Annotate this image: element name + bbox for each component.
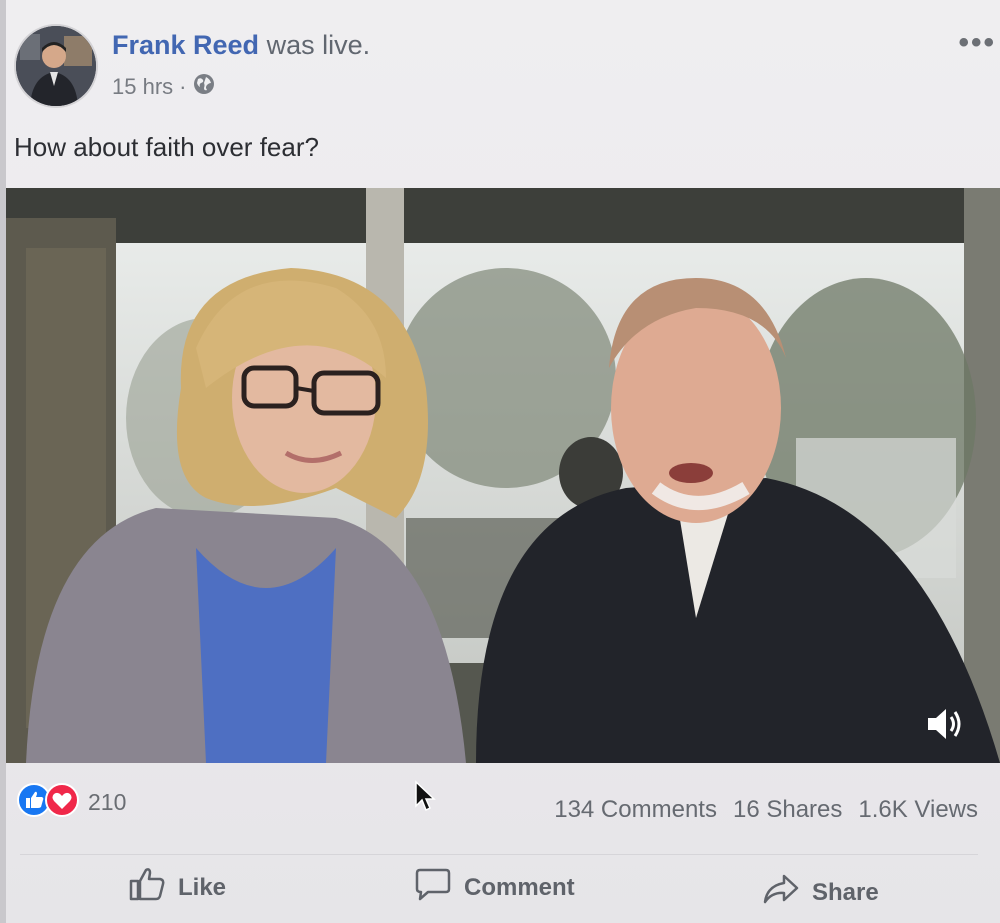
live-video-player[interactable] xyxy=(6,188,1000,763)
sound-on-icon[interactable] xyxy=(924,703,966,745)
avatar[interactable] xyxy=(14,24,98,108)
like-button[interactable]: Like xyxy=(128,866,226,909)
author-line: Frank Reed was live. xyxy=(112,30,370,61)
views-count: 1.6K Views xyxy=(858,796,978,823)
live-status-text: was live. xyxy=(266,30,371,60)
live-video-post: Frank Reed was live. 15 hrs · ••• How ab… xyxy=(0,0,1000,923)
comment-label: Comment xyxy=(464,873,575,901)
comment-bubble-icon xyxy=(414,866,452,909)
video-frame xyxy=(6,188,1000,763)
post-meta: 15 hrs · xyxy=(112,72,216,102)
like-label: Like xyxy=(178,873,227,901)
author-name-link[interactable]: Frank Reed xyxy=(112,30,259,60)
comment-button[interactable]: Comment xyxy=(414,866,575,909)
avatar-image xyxy=(16,26,96,106)
engagement-stats: 134 Comments 16 Shares 1.6K Views xyxy=(554,796,978,824)
mouse-cursor-icon xyxy=(414,780,436,817)
share-button[interactable]: Share xyxy=(762,872,879,913)
share-label: Share xyxy=(812,878,879,906)
shares-count-link[interactable]: 16 Shares xyxy=(733,796,842,824)
reaction-summary[interactable]: 210 xyxy=(16,782,126,823)
post-timestamp[interactable]: 15 hrs xyxy=(112,74,173,100)
meta-separator: · xyxy=(179,74,187,99)
comments-count-link[interactable]: 134 Comments xyxy=(554,796,717,824)
post-caption: How about faith over fear? xyxy=(14,132,319,162)
share-arrow-icon xyxy=(762,872,800,913)
more-options-icon[interactable]: ••• xyxy=(958,26,996,60)
actions-divider xyxy=(20,854,978,855)
post-header: Frank Reed was live. 15 hrs · ••• xyxy=(14,22,1000,112)
love-reaction-icon xyxy=(44,782,80,823)
thumbs-up-icon xyxy=(128,866,166,909)
reaction-count: 210 xyxy=(88,789,127,815)
globe-icon[interactable] xyxy=(192,72,216,102)
